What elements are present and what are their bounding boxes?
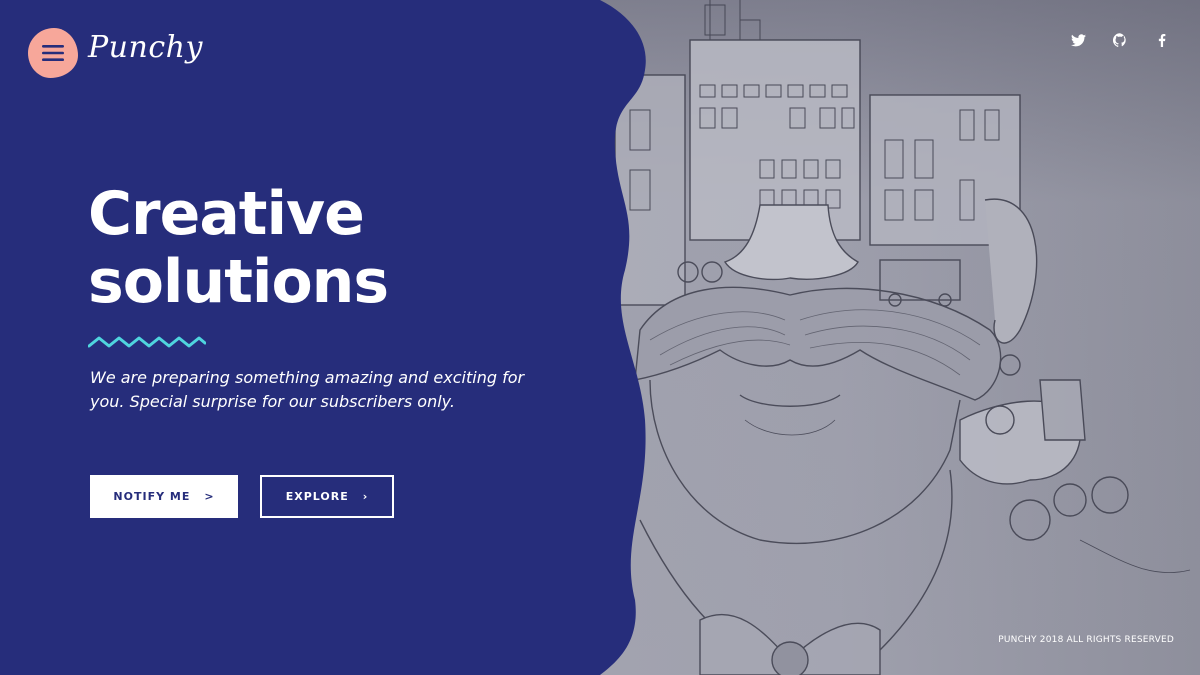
explore-label: EXPLORE (285, 490, 349, 503)
notify-me-label: NOTIFY ME (113, 490, 191, 503)
notify-me-button[interactable]: NOTIFY ME > (90, 475, 238, 518)
explore-button[interactable]: EXPLORE › (260, 475, 394, 518)
hero-title: Creative solutions (88, 180, 508, 316)
chevron-right-icon: › (362, 490, 369, 503)
brand-logo[interactable]: Punchy (88, 30, 203, 65)
social-links (1068, 30, 1172, 50)
hamburger-icon (42, 45, 64, 61)
github-icon[interactable] (1110, 30, 1130, 50)
hero-title-line-2: solutions (88, 247, 389, 317)
hero-description: We are preparing something amazing and e… (90, 368, 525, 411)
send-arrow-icon: > (204, 490, 215, 503)
copyright-text: PUNCHY 2018 ALL RIGHTS RESERVED (998, 635, 1174, 645)
menu-button[interactable] (28, 28, 78, 78)
facebook-icon[interactable] (1152, 30, 1172, 50)
hero-title-line-1: Creative (88, 179, 365, 249)
twitter-icon[interactable] (1068, 30, 1088, 50)
zigzag-divider (88, 336, 206, 348)
